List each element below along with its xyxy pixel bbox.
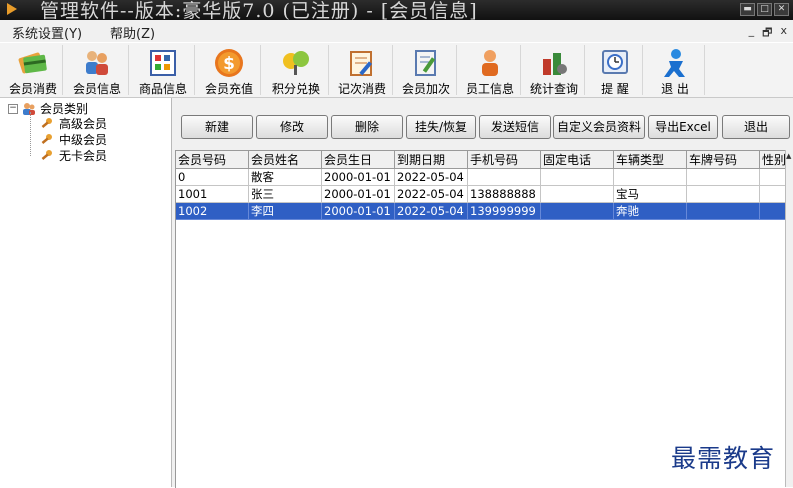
table-cell: 139999999 (468, 203, 541, 220)
table-cell: 0 (176, 169, 249, 186)
table-cell: 散客 (249, 169, 322, 186)
table-cell (541, 169, 614, 186)
key-icon (41, 149, 52, 160)
users-icon (23, 103, 35, 115)
table-cell: 2000-01-01 (322, 186, 395, 203)
table-cell: 李四 (249, 203, 322, 220)
table-cell (760, 169, 786, 186)
toolbar-member-info[interactable]: 会员信息 (66, 45, 129, 96)
toolbar-statistics[interactable]: 统计查询 (524, 45, 585, 96)
table-cell: 2000-01-01 (322, 203, 395, 220)
table-cell: 宝马 (614, 186, 687, 203)
column-header[interactable]: 手机号码 (468, 151, 541, 169)
column-header[interactable]: 车牌号码 (687, 151, 760, 169)
table-vertical-scrollbar[interactable]: ▲ (785, 150, 793, 487)
toolbar-staff-info[interactable]: 员工信息 (460, 45, 521, 96)
close-button[interactable]: ✕ (774, 3, 789, 16)
toolbar-product-info[interactable]: 商品信息 (132, 45, 195, 96)
exit-person-icon (664, 49, 685, 77)
table-cell: 1002 (176, 203, 249, 220)
clock-icon (602, 50, 628, 74)
toolbar-reminder[interactable]: 提 醒 (588, 45, 643, 96)
table-cell: 1001 (176, 186, 249, 203)
member-list-panel: 新建 修改 删除 挂失/恢复 发送短信 自定义会员资料 导出Excel 退出 会… (172, 98, 793, 488)
maximize-button[interactable]: □ (757, 3, 772, 16)
dollar-icon: $ (215, 49, 243, 77)
toolbar-exit[interactable]: 退 出 (646, 45, 705, 96)
table-cell: 2000-01-01 (322, 169, 395, 186)
toolbar-count-consumption[interactable]: 记次消费 (332, 45, 393, 96)
exchange-icon (283, 51, 309, 75)
menu-bar: 系统设置(Y) 帮助(Z) _ 🗗 x (0, 20, 793, 42)
tree-connector (30, 112, 32, 156)
table-cell: 奔驰 (614, 203, 687, 220)
person-icon (482, 50, 498, 76)
title-bar: 管理软件--版本:豪华版7.0 (已注册) - [会员信息] ▬ □ ✕ (0, 0, 793, 20)
table-cell (760, 203, 786, 220)
notepad-icon (350, 51, 373, 76)
key-icon (41, 133, 52, 144)
table-header: 会员号码 会员姓名 会员生日 到期日期 手机号码 固定电话 车辆类型 车牌号码 … (176, 151, 786, 169)
app-icon (7, 3, 17, 15)
member-table: 会员号码 会员姓名 会员生日 到期日期 手机号码 固定电话 车辆类型 车牌号码 … (175, 150, 786, 488)
toolbar-member-recharge[interactable]: $ 会员充值 (198, 45, 261, 96)
table-cell (687, 203, 760, 220)
main-toolbar: 会员消费 会员信息 商品信息 $ 会员充值 积分兑换 记次消费 会员加次 员工信… (0, 43, 793, 98)
column-header[interactable]: 会员号码 (176, 151, 249, 169)
users-icon (86, 51, 108, 75)
minimize-button[interactable]: ▬ (740, 3, 755, 16)
column-header[interactable]: 会员姓名 (249, 151, 322, 169)
table-cell: 2022-05-04 (395, 186, 468, 203)
column-header[interactable]: 会员生日 (322, 151, 395, 169)
table-cell: 2022-05-04 (395, 169, 468, 186)
watermark: 最需教育 (671, 444, 776, 473)
table-cell (760, 186, 786, 203)
edit-icon (415, 50, 436, 76)
scroll-up-arrow-icon[interactable]: ▲ (786, 152, 791, 160)
menu-system-settings[interactable]: 系统设置(Y) (12, 23, 82, 42)
card-icon (18, 52, 47, 74)
key-icon (41, 117, 52, 128)
column-header[interactable]: 车辆类型 (614, 151, 687, 169)
svg-text:$: $ (223, 54, 235, 74)
table-cell: 2022-05-04 (395, 203, 468, 220)
window-title: 管理软件--版本:豪华版7.0 (已注册) - [会员信息] (40, 0, 478, 20)
toolbar-member-consumption[interactable]: 会员消费 (4, 45, 63, 96)
export-excel-button[interactable]: 导出Excel (648, 115, 718, 139)
table-row-selected[interactable]: 1002 李四 2000-01-01 2022-05-04 139999999 … (176, 203, 786, 220)
report-lost-button[interactable]: 挂失/恢复 (406, 115, 476, 139)
toolbar-points-exchange[interactable]: 积分兑换 (264, 45, 329, 96)
menu-help[interactable]: 帮助(Z) (110, 23, 155, 42)
column-header[interactable]: 性别 (760, 151, 786, 169)
tree-item-senior-member[interactable]: 高级会员 (40, 115, 107, 132)
exit-button[interactable]: 退出 (722, 115, 790, 139)
table-cell: 张三 (249, 186, 322, 203)
grid-icon (150, 50, 176, 76)
table-cell (541, 186, 614, 203)
member-category-tree: − 会员类别 高级会员 中级会员 无卡会员 (0, 98, 172, 487)
new-button[interactable]: 新建 (181, 115, 253, 139)
table-cell (468, 169, 541, 186)
table-cell (687, 169, 760, 186)
delete-button[interactable]: 删除 (331, 115, 403, 139)
chart-icon (543, 53, 567, 75)
tree-collapse-toggle[interactable]: − (8, 103, 18, 114)
mdi-close-button[interactable]: x (780, 24, 787, 43)
edit-button[interactable]: 修改 (256, 115, 328, 139)
send-sms-button[interactable]: 发送短信 (479, 115, 551, 139)
tree-item-intermediate-member[interactable]: 中级会员 (40, 131, 107, 148)
column-header[interactable]: 固定电话 (541, 151, 614, 169)
mdi-minimize-button[interactable]: _ (749, 24, 755, 43)
toolbar-member-add-count[interactable]: 会员加次 (396, 45, 457, 96)
table-cell (687, 186, 760, 203)
tree-item-no-card-member[interactable]: 无卡会员 (40, 147, 107, 164)
table-cell (614, 169, 687, 186)
table-cell: 138888888 (468, 186, 541, 203)
table-row[interactable]: 0 散客 2000-01-01 2022-05-04 (176, 169, 786, 186)
table-cell (541, 203, 614, 220)
custom-member-fields-button[interactable]: 自定义会员资料 (553, 115, 645, 139)
table-row[interactable]: 1001 张三 2000-01-01 2022-05-04 138888888 … (176, 186, 786, 203)
mdi-restore-button[interactable]: 🗗 (762, 24, 772, 43)
column-header[interactable]: 到期日期 (395, 151, 468, 169)
